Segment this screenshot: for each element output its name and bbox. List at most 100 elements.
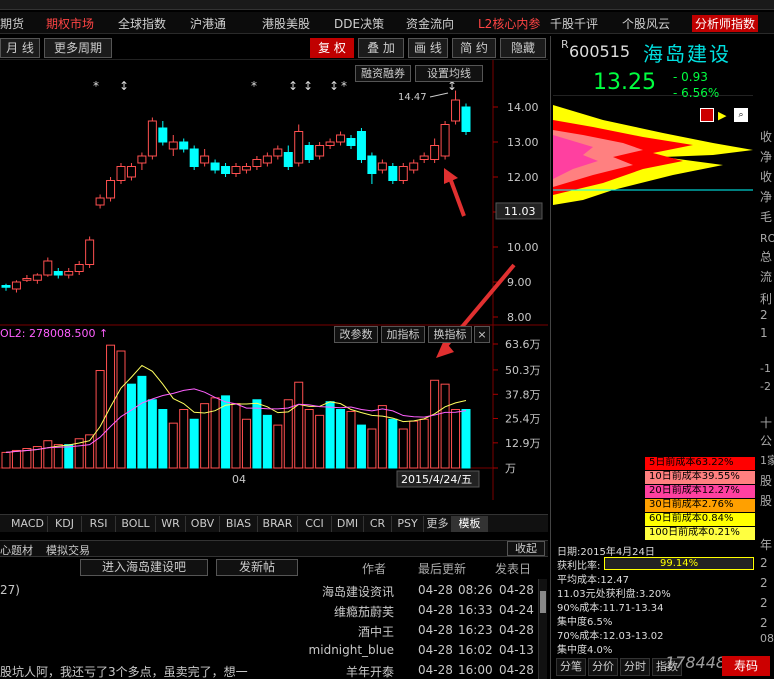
menu-item-1[interactable]: 期权市场	[46, 15, 94, 32]
indicator-tab-9[interactable]: DMI	[332, 516, 364, 532]
candle-body[interactable]	[273, 148, 283, 157]
candle-body[interactable]	[241, 166, 251, 171]
volume-bar[interactable]	[377, 405, 387, 469]
indicator-tab-0[interactable]: MACD	[8, 516, 48, 532]
candle-body[interactable]	[168, 141, 178, 150]
candle-body[interactable]	[106, 180, 116, 199]
candle-body[interactable]	[461, 106, 471, 132]
indicator-tab-12[interactable]: 更多	[424, 516, 452, 532]
volume-bar[interactable]	[95, 370, 105, 469]
candle-body[interactable]	[189, 148, 199, 167]
candle-body[interactable]	[95, 197, 105, 206]
candle-body[interactable]	[32, 274, 42, 281]
margin-trading-button[interactable]: 融资融券	[355, 65, 411, 82]
volume-bar[interactable]	[252, 399, 262, 469]
event-marker[interactable]: ↕	[119, 79, 129, 93]
candle-body[interactable]	[22, 278, 32, 281]
candle-body[interactable]	[147, 120, 157, 157]
menu-item-2[interactable]: 全球指数	[118, 15, 166, 32]
volume-bar[interactable]	[273, 424, 283, 469]
menu-item-4[interactable]: 港股美股	[262, 15, 310, 32]
candle-body[interactable]	[116, 166, 126, 181]
candle-body[interactable]	[210, 162, 220, 171]
event-marker[interactable]: ↕	[303, 79, 313, 93]
menu-item-0[interactable]: 期货	[0, 15, 24, 32]
new-post-button[interactable]: 发新帖	[216, 559, 298, 576]
change-params-button[interactable]: 改参数	[334, 326, 378, 343]
candle-body[interactable]	[451, 99, 461, 122]
volume-bar[interactable]	[367, 428, 377, 469]
ma-setting-button[interactable]: 设置均线	[415, 65, 483, 82]
volume-bar[interactable]	[53, 444, 63, 469]
volume-bar[interactable]	[43, 440, 53, 469]
indicator-tab-6[interactable]: BIAS	[220, 516, 258, 532]
news-row[interactable]: 27) 海岛建设资讯 04-28 08:26 04-28	[0, 581, 536, 601]
volume-bar[interactable]	[398, 428, 408, 469]
volume-bar[interactable]	[356, 424, 366, 469]
candle-body[interactable]	[252, 159, 262, 167]
candlestick-chart[interactable]: 14.0013.0012.0011.0010.009.008.0011.03*↕…	[0, 60, 548, 540]
volume-bar[interactable]	[85, 434, 95, 469]
indicator-tab-11[interactable]: PSY	[392, 516, 424, 532]
news-row[interactable]: 酒中王 04-28 16:23 04-28	[0, 621, 536, 641]
volume-bar[interactable]	[158, 409, 168, 469]
hide-dropdown[interactable]: 隐藏	[500, 38, 546, 58]
add-indicator-button[interactable]: 加指标	[381, 326, 425, 343]
volume-bar[interactable]	[11, 449, 21, 469]
candle-body[interactable]	[1, 285, 11, 288]
volume-bar[interactable]	[388, 418, 398, 469]
overlay-dropdown[interactable]: 叠 加	[358, 38, 404, 58]
indicator-tab-1[interactable]: KDJ	[48, 516, 82, 532]
news-row[interactable]: 股坑人阿，我还亏了3个多点，虽卖完了，想一 羊年开泰 04-28 16:00 04-28	[0, 661, 536, 679]
indicator-tab-3[interactable]: BOLL	[116, 516, 156, 532]
volume-bar[interactable]	[294, 381, 304, 469]
candle-body[interactable]	[304, 145, 314, 160]
volume-bar[interactable]	[116, 350, 126, 469]
candle-body[interactable]	[43, 260, 53, 276]
candle-body[interactable]	[430, 145, 440, 160]
candle-body[interactable]	[377, 162, 387, 171]
chart-area[interactable]: 14.0013.0012.0011.0010.009.008.0011.03*↕…	[0, 60, 548, 540]
candle-body[interactable]	[179, 141, 189, 150]
switch-indicator-button[interactable]: 换指标	[428, 326, 472, 343]
candle-body[interactable]	[294, 131, 304, 164]
candle-body[interactable]	[200, 155, 210, 164]
candle-body[interactable]	[283, 152, 293, 167]
indicator-tab-5[interactable]: OBV	[186, 516, 220, 532]
candle-body[interactable]	[85, 239, 95, 265]
volume-bar[interactable]	[64, 444, 74, 469]
event-marker[interactable]: ↕	[329, 79, 339, 93]
simple-mode-button[interactable]: 简 约	[452, 38, 496, 58]
menu-item-5[interactable]: DDE决策	[334, 15, 384, 32]
volume-bar[interactable]	[315, 414, 325, 469]
event-marker[interactable]: *	[93, 79, 99, 93]
period-button[interactable]: 月 线	[0, 38, 40, 58]
volume-bar[interactable]	[1, 451, 11, 469]
more-period-dropdown[interactable]: 更多周期	[44, 38, 112, 58]
volume-bar[interactable]	[419, 418, 429, 469]
chip-zoom-icon[interactable]: ⌕	[734, 108, 748, 122]
news-scrollbar[interactable]	[538, 579, 547, 679]
volume-bar[interactable]	[461, 409, 471, 469]
candle-body[interactable]	[315, 145, 325, 157]
volume-bar[interactable]	[189, 418, 199, 469]
menu-item-6[interactable]: 资金流向	[406, 15, 454, 32]
close-indicator-button[interactable]: ×	[474, 326, 490, 343]
indicator-tab-13[interactable]: 模板	[452, 516, 488, 532]
volume-bar[interactable]	[451, 409, 461, 469]
indicator-tab-4[interactable]: WR	[156, 516, 186, 532]
chip-flag-icon[interactable]: ▶	[718, 109, 726, 122]
volume-bar[interactable]	[137, 375, 147, 469]
candle-body[interactable]	[388, 166, 398, 181]
candle-body[interactable]	[409, 162, 419, 171]
news-row[interactable]: midnight_blue 04-28 16:02 04-13	[0, 641, 536, 661]
menu-item-3[interactable]: 沪港通	[190, 15, 226, 32]
menu-item-9[interactable]: 个股风云	[622, 15, 670, 32]
volume-bar[interactable]	[440, 383, 450, 469]
candle-body[interactable]	[262, 155, 272, 164]
news-tab-sim-trade[interactable]: 模拟交易	[46, 542, 90, 558]
menu-item-8[interactable]: 千股千评	[550, 15, 598, 32]
candle-body[interactable]	[231, 166, 241, 174]
candle-body[interactable]	[126, 166, 136, 178]
indicator-tab-8[interactable]: CCI	[298, 516, 332, 532]
